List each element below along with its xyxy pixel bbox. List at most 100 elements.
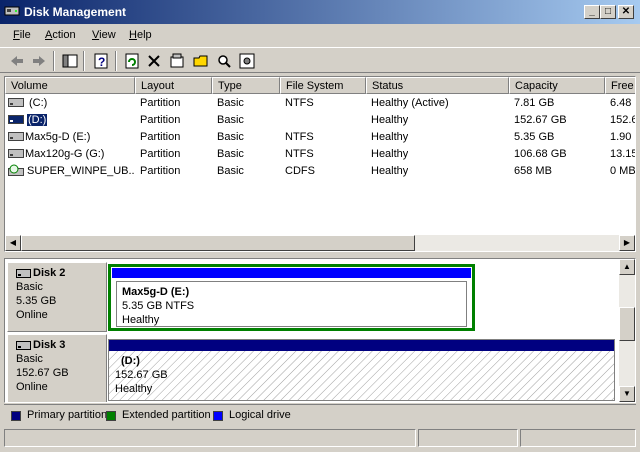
maximize-button[interactable]: □ [600,5,616,19]
volume-status: Healthy (Active) [371,97,449,109]
volume-layout: Partition [140,97,181,109]
refresh-icon[interactable] [123,52,141,70]
volume-type: Basic [217,97,244,109]
toolbar: ? [0,47,640,73]
volume-type: Basic [217,114,244,126]
volume-layout: Partition [140,114,181,126]
column-header-type[interactable]: Type [212,77,280,94]
title-bar[interactable]: Disk Management _ □ ✕ [0,0,640,24]
scroll-left-button[interactable]: ◀ [5,235,21,251]
disk-name: Disk 2 [33,267,66,279]
volume-file-system: NTFS [285,97,314,109]
volume-type: Basic [217,165,244,177]
disk-2-label[interactable]: Disk 2 Basic 5.35 GB Online [7,262,107,332]
partition-d[interactable]: (D:) 152.67 GB Healthy [108,339,615,401]
delete-icon[interactable] [145,52,163,70]
svg-text:?: ? [98,55,105,69]
table-row[interactable]: Max120g-G (G:) Partition Basic NTFS Heal… [5,146,636,163]
column-header-capacity[interactable]: Capacity [509,77,605,94]
volume-capacity: 5.35 GB [514,131,555,143]
partition-detail: 152.67 GB [115,369,168,381]
toolbar-separator [53,51,55,71]
table-row[interactable]: Max5g-D (E:) Partition Basic NTFS Health… [5,129,635,146]
volume-capacity: 152.67 GB [514,114,567,126]
volume-file-system: NTFS [285,148,314,160]
volume-free: 6.48 [610,97,632,109]
partition-status: Healthy [115,383,153,395]
disk-3-label[interactable]: Disk 3 Basic 152.67 GB Online [7,334,107,402]
volume-name: SUPER_WINPE_UB... [27,165,135,177]
properties-icon[interactable] [168,52,186,70]
arrow-right-icon: ▶ [623,238,631,247]
disk-state: Online [16,309,48,321]
vertical-scroll-thumb[interactable] [619,307,635,341]
column-header-file-system[interactable]: File System [280,77,366,94]
volume-capacity: 7.81 GB [514,97,555,109]
volume-type: Basic [217,131,244,143]
close-icon: ✕ [621,6,631,17]
column-header-volume[interactable]: Volume [5,77,135,94]
explore-icon[interactable] [215,52,233,70]
volume-layout: Partition [140,131,181,143]
column-header-layout[interactable]: Layout [135,77,212,94]
column-header-free[interactable]: Free [605,77,635,94]
scroll-right-button[interactable]: ▶ [619,235,635,251]
disk-graphical-view[interactable]: Disk 2 Basic 5.35 GB Online Max5g-D (E:)… [4,258,636,403]
menu-file-accel: F [13,29,20,41]
volume-free: 0 MB [610,165,636,177]
disk-icon [16,340,31,350]
disk-size: 5.35 GB [16,295,57,307]
table-row-selected[interactable]: (D:) Partition Basic Healthy 152.67 GB 1… [5,112,635,129]
settings-icon[interactable] [238,52,256,70]
volume-status: Healthy [371,114,409,126]
maximize-icon: □ [604,6,612,17]
column-header-status[interactable]: Status [366,77,509,94]
table-row[interactable]: SUPER_WINPE_UB... Partition Basic CDFS H… [5,163,636,180]
show-hide-tree-icon[interactable] [61,52,79,70]
volume-list[interactable]: Volume Layout Type File System Status Ca… [4,76,636,252]
menu-help[interactable]: Help [129,29,152,41]
open-folder-icon[interactable] [192,52,210,70]
extended-partition-swatch [106,411,116,421]
volume-capacity: 658 MB [514,165,552,177]
menu-file[interactable]: File [13,29,31,41]
partition-detail: 5.35 GB NTFS [122,300,195,312]
toolbar-separator [115,51,117,71]
partition-max5g-d[interactable]: Max5g-D (E:) 5.35 GB NTFS Healthy [116,281,467,327]
drive-icon [8,115,24,124]
forward-arrow-icon[interactable] [30,52,48,70]
scroll-up-button[interactable]: ▲ [619,259,635,275]
close-button[interactable]: ✕ [618,5,634,19]
arrow-down-icon: ▼ [623,389,631,398]
menu-bar: File Action View Help [0,26,640,46]
drive-icon [8,132,24,141]
volume-free: 13.15 [610,148,636,160]
volume-free: 1.90 [610,131,632,143]
volume-layout: Partition [140,165,181,177]
arrow-up-icon: ▲ [623,262,631,271]
extended-partition[interactable]: Max5g-D (E:) 5.35 GB NTFS Healthy [108,264,475,331]
horizontal-scroll-thumb[interactable] [21,235,415,251]
menu-view[interactable]: View [92,29,116,41]
volume-file-system: NTFS [285,131,314,143]
volume-status: Healthy [371,148,409,160]
help-icon[interactable]: ? [92,52,110,70]
partition-label: (D:) [121,355,140,367]
menu-help-accel: H [129,29,137,41]
volume-name: Max5g-D (E:) [25,131,91,143]
disk-type: Basic [16,281,43,293]
menu-action-label: ction [52,29,76,41]
back-arrow-icon[interactable] [8,52,26,70]
toolbar-separator [83,51,85,71]
legend-primary-label: Primary partition [27,409,108,421]
table-row[interactable]: (C:) Partition Basic NTFS Healthy (Activ… [5,95,635,112]
scroll-down-button[interactable]: ▼ [619,386,635,402]
menu-action[interactable]: Action [45,29,76,41]
partition-label: Max5g-D (E:) [122,286,190,298]
status-bar-main [4,429,416,447]
disk-icon [16,268,31,278]
volume-status: Healthy [371,131,409,143]
menu-file-label: ile [19,29,31,41]
legend: Primary partition Extended partition Log… [4,404,636,426]
minimize-button[interactable]: _ [584,5,600,19]
